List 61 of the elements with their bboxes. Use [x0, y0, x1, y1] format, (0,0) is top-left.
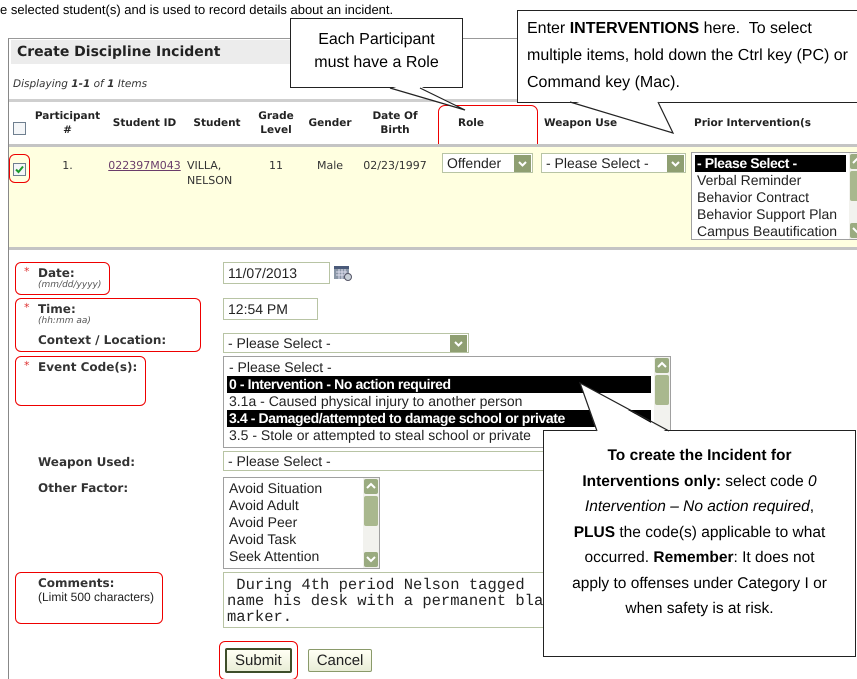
- chevron-down-icon: [667, 154, 684, 172]
- column-header: Prior Intervention(s: [693, 116, 812, 131]
- table-cell-text: 11: [268, 158, 284, 174]
- calendar-icon[interactable]: [333, 264, 353, 282]
- table-cell-text: Male: [316, 158, 344, 174]
- column-header: Participant #: [34, 109, 102, 138]
- list-option[interactable]: Behavior Support Plan: [695, 206, 846, 223]
- intro-text: e selected student(s) and is used to record details about an incident.: [0, 1, 394, 17]
- list-option[interactable]: - Please Select -: [695, 155, 846, 172]
- column-header: Gender: [307, 116, 353, 131]
- field-hint: (Limit 500 characters): [38, 590, 154, 604]
- list-box[interactable]: Avoid Situation Avoid Adult Avoid Peer Avoid Task Seek Attention: [223, 477, 380, 569]
- callout-tooltip: To create the Incident for Interventions only: select code 0 Intervention – No action required, PLUS the code(s) applicable to what occurred. Remember: It does not apply to offenses under Category I or when safety is at risk.: [543, 430, 856, 657]
- chevron-down-icon: [514, 154, 531, 172]
- list-box[interactable]: [223, 356, 671, 448]
- paging-text: Displaying 1-1 of 1 Items: [12, 77, 148, 92]
- field-label: Weapon Used:: [38, 455, 136, 469]
- field-hint: (hh:mm aa): [38, 316, 91, 326]
- field-label: Date:: [38, 266, 76, 280]
- field-label: Comments:: [38, 576, 116, 590]
- list-option[interactable]: Avoid Adult: [227, 497, 360, 514]
- column-header: Grade Level: [257, 109, 295, 138]
- table-cell-text: 1.: [61, 158, 74, 174]
- list-option[interactable]: Behavior Contract: [695, 189, 846, 206]
- column-header: Student ID: [112, 116, 178, 131]
- required-marker: *: [24, 266, 30, 280]
- list-box[interactable]: - Please Select - Verbal Reminder Behavior Contract Behavior Support Plan Campus Beautification: [691, 152, 857, 240]
- list-option[interactable]: - Please Select -: [227, 359, 651, 376]
- form-button[interactable]: Submit: [225, 648, 292, 673]
- required-marker: *: [24, 302, 30, 316]
- column-header: Student: [192, 116, 242, 131]
- list-option[interactable]: Avoid Task: [227, 531, 360, 548]
- dropdown[interactable]: - Please Select -: [541, 153, 686, 173]
- field-label: Other Factor:: [38, 481, 128, 495]
- field-hint: (mm/dd/yyyy): [38, 280, 102, 290]
- column-header: Role: [457, 116, 486, 131]
- list-option[interactable]: Verbal Reminder: [695, 172, 846, 189]
- dropdown[interactable]: - Please Select -: [223, 333, 469, 353]
- date-field[interactable]: 11/07/2013: [223, 262, 330, 284]
- form-button[interactable]: Cancel: [308, 649, 372, 672]
- time-field[interactable]: 12:54 PM: [223, 298, 318, 320]
- dropdown[interactable]: Offender: [442, 153, 533, 173]
- column-header: Weapon Use: [543, 116, 618, 131]
- student-id-link[interactable]: 022397M043: [108, 159, 181, 172]
- field-label: Event Code(s):: [38, 360, 138, 374]
- field-label: Time:: [38, 302, 77, 316]
- list-option[interactable]: 0 - Intervention - No action required: [227, 376, 651, 393]
- checkbox[interactable]: [12, 163, 26, 176]
- list-option[interactable]: 3.1a - Caused physical injury to another person: [227, 393, 651, 410]
- list-option[interactable]: Avoid Peer: [227, 514, 360, 531]
- list-option[interactable]: Seek Attention: [227, 548, 360, 565]
- checkbox[interactable]: [12, 122, 26, 134]
- table-cell-text: VILLA, NELSON: [186, 158, 234, 189]
- scrollbar[interactable]: [363, 478, 379, 568]
- required-marker: *: [24, 360, 30, 374]
- column-header: Date Of Birth: [371, 109, 419, 138]
- table-cell-text: 02/23/1997: [362, 158, 428, 174]
- list-option[interactable]: Avoid Situation: [227, 480, 360, 497]
- field-label: Context / Location:: [38, 333, 166, 347]
- list-option[interactable]: Campus Beautification: [695, 223, 846, 240]
- chevron-down-icon: [450, 334, 467, 352]
